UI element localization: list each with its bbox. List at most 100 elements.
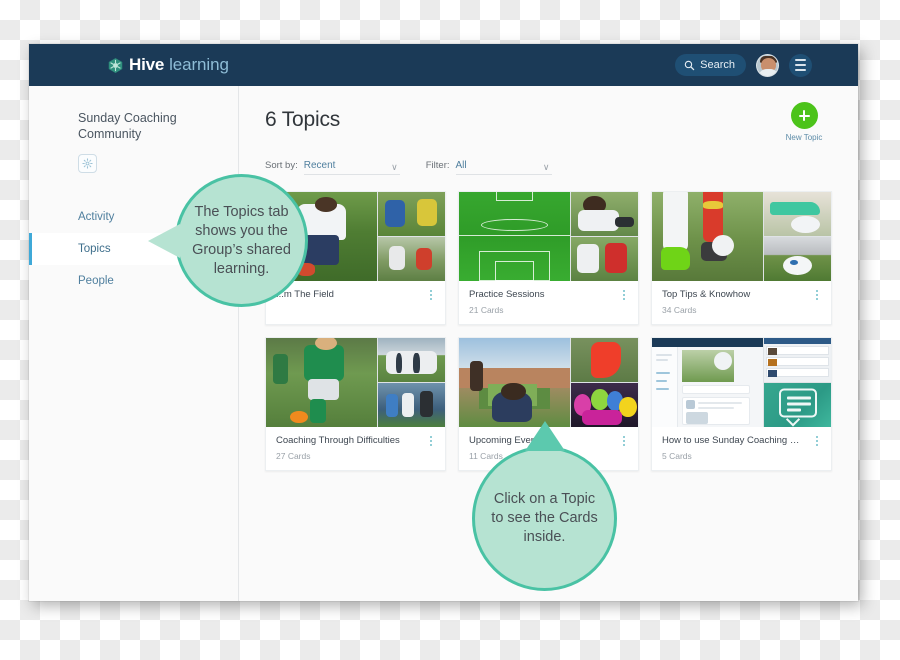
brand-name-bold: Hive <box>129 55 165 74</box>
topic-card[interactable]: How to use Sunday Coaching Com... 5 Card… <box>651 337 832 471</box>
thumbnail-image-primary <box>459 338 570 427</box>
thumbnail-image-stack <box>571 338 638 427</box>
new-topic-label: New Topic <box>785 133 823 142</box>
chevron-down-icon: ∨ <box>391 162 398 172</box>
search-button[interactable]: Search <box>675 54 746 76</box>
topic-card-count: 5 Cards <box>662 451 692 461</box>
sort-by-label: Sort by: <box>265 160 298 171</box>
sidebar: Sunday Coaching Community Activity Topic… <box>29 86 239 601</box>
filter-label: Filter: <box>425 160 450 171</box>
mini-feed-screenshot <box>764 338 831 382</box>
topic-thumbnail <box>652 338 831 427</box>
plus-icon <box>790 102 818 129</box>
topic-thumbnail <box>459 192 638 281</box>
thumbnail-image-secondary <box>378 192 445 236</box>
hamburger-menu-icon <box>795 64 806 66</box>
topbar-actions: Search <box>675 44 812 86</box>
topic-card-title: Coaching Through Difficulties <box>276 435 400 446</box>
topic-card[interactable]: Coaching Through Difficulties 27 Cards <box>265 337 446 471</box>
callout-topics-tab: The Topics tab shows you the Group’s sha… <box>148 174 308 307</box>
thumbnail-image-stack <box>378 192 445 281</box>
topic-card[interactable]: Top Tips & Knowhow 34 Cards <box>651 191 832 325</box>
kebab-menu-icon[interactable] <box>812 436 822 446</box>
topic-thumbnail <box>652 192 831 281</box>
page-title: 6 Topics <box>265 108 341 131</box>
callout-text: The Topics tab shows you the Group’s sha… <box>192 203 291 277</box>
thumbnail-image-stack <box>378 338 445 427</box>
thumbnail-image-stack <box>571 192 638 281</box>
topic-card-meta: How to use Sunday Coaching Com... 5 Card… <box>652 427 831 470</box>
sort-by-value: Recent <box>303 160 336 171</box>
thumbnail-image-tertiary <box>764 237 831 281</box>
thumbnail-image-primary <box>652 338 763 427</box>
app-window: Hive learning Search Sunday Coaching Com… <box>29 44 858 601</box>
thumbnail-image-stack <box>764 338 831 427</box>
thumbnail-image-primary <box>266 338 377 427</box>
topic-card-count: 27 Cards <box>276 451 311 461</box>
thumbnail-image-secondary <box>571 192 638 236</box>
topic-card-title: ...m The Field <box>276 289 334 300</box>
hamburger-menu-icon <box>795 59 806 61</box>
hamburger-menu-button[interactable] <box>789 53 812 77</box>
callout-click-topic: Click on a Topic to see the Cards inside… <box>472 421 617 591</box>
new-topic-button[interactable]: New Topic <box>776 102 832 142</box>
thumbnail-image-stack <box>764 192 831 281</box>
topic-thumbnail <box>266 338 445 427</box>
callout-tail <box>524 421 565 451</box>
thumbnail-image-tertiary <box>764 383 831 427</box>
chat-bubble-icon <box>778 388 817 418</box>
topic-card-title: Practice Sessions <box>469 289 545 300</box>
kebab-menu-icon[interactable] <box>812 290 822 300</box>
callout-text: Click on a Topic to see the Cards inside… <box>491 491 598 545</box>
topic-card-count: 34 Cards <box>662 305 697 315</box>
kebab-menu-icon[interactable] <box>426 290 436 300</box>
topic-card-title: Top Tips & Knowhow <box>662 289 751 300</box>
sidebar-item-label: Activity <box>78 211 115 223</box>
brand-logo-wordmark[interactable]: Hive learning <box>107 55 229 75</box>
topic-card-meta: Coaching Through Difficulties 27 Cards <box>266 427 445 470</box>
kebab-menu-icon[interactable] <box>426 436 436 446</box>
filter-control: Filter: All ∨ <box>426 160 552 175</box>
thumbnail-image-secondary <box>378 338 445 382</box>
mini-app-screenshot <box>652 338 763 427</box>
topic-card-meta: Top Tips & Knowhow 34 Cards <box>652 281 831 324</box>
group-settings-button[interactable] <box>78 154 97 173</box>
filter-value: All <box>455 160 467 171</box>
avatar-shoulders <box>758 68 778 76</box>
topic-card[interactable]: Practice Sessions 21 Cards <box>458 191 639 325</box>
sidebar-item-label: Topics <box>78 243 111 255</box>
kebab-menu-icon[interactable] <box>619 290 629 300</box>
avatar[interactable] <box>756 53 779 77</box>
thumbnail-image-secondary <box>764 192 831 236</box>
filter-select[interactable]: All ∨ <box>455 160 552 175</box>
thumbnail-image-tertiary <box>571 237 638 281</box>
top-navigation-bar: Hive learning Search <box>29 44 858 86</box>
hamburger-menu-icon <box>795 69 806 71</box>
thumbnail-image-tertiary <box>378 383 445 427</box>
topic-card-meta: ...m The Field <box>266 281 445 314</box>
callout-tail <box>148 223 180 258</box>
topic-card-meta: Practice Sessions 21 Cards <box>459 281 638 324</box>
thumbnail-image-secondary <box>764 338 831 382</box>
thumbnail-image-tertiary <box>571 383 638 427</box>
thumbnail-image-tertiary <box>378 237 445 281</box>
sort-by-select[interactable]: Recent ∨ <box>303 160 400 175</box>
search-icon <box>684 60 695 70</box>
search-label: Search <box>700 59 735 71</box>
group-name: Sunday Coaching Community <box>78 111 177 141</box>
hive-hexagon-logo-icon <box>108 57 123 73</box>
sidebar-item-label: People <box>78 275 114 287</box>
kebab-menu-icon[interactable] <box>619 436 629 446</box>
topic-card-count: 21 Cards <box>469 305 504 315</box>
thumbnail-image-secondary <box>571 338 638 382</box>
brand-name-light: learning <box>169 55 229 74</box>
transparency-backdrop: Hive learning Search Sunday Coaching Com… <box>0 0 900 660</box>
gear-icon <box>82 158 93 169</box>
sort-by-control: Sort by: Recent ∨ <box>265 160 400 175</box>
topic-thumbnail <box>459 338 638 427</box>
topic-card-title: How to use Sunday Coaching Com... <box>662 435 818 446</box>
window-body: Sunday Coaching Community Activity Topic… <box>29 86 858 601</box>
chevron-down-icon: ∨ <box>542 162 550 172</box>
thumbnail-image-primary <box>459 192 570 281</box>
thumbnail-image-primary <box>652 192 763 281</box>
